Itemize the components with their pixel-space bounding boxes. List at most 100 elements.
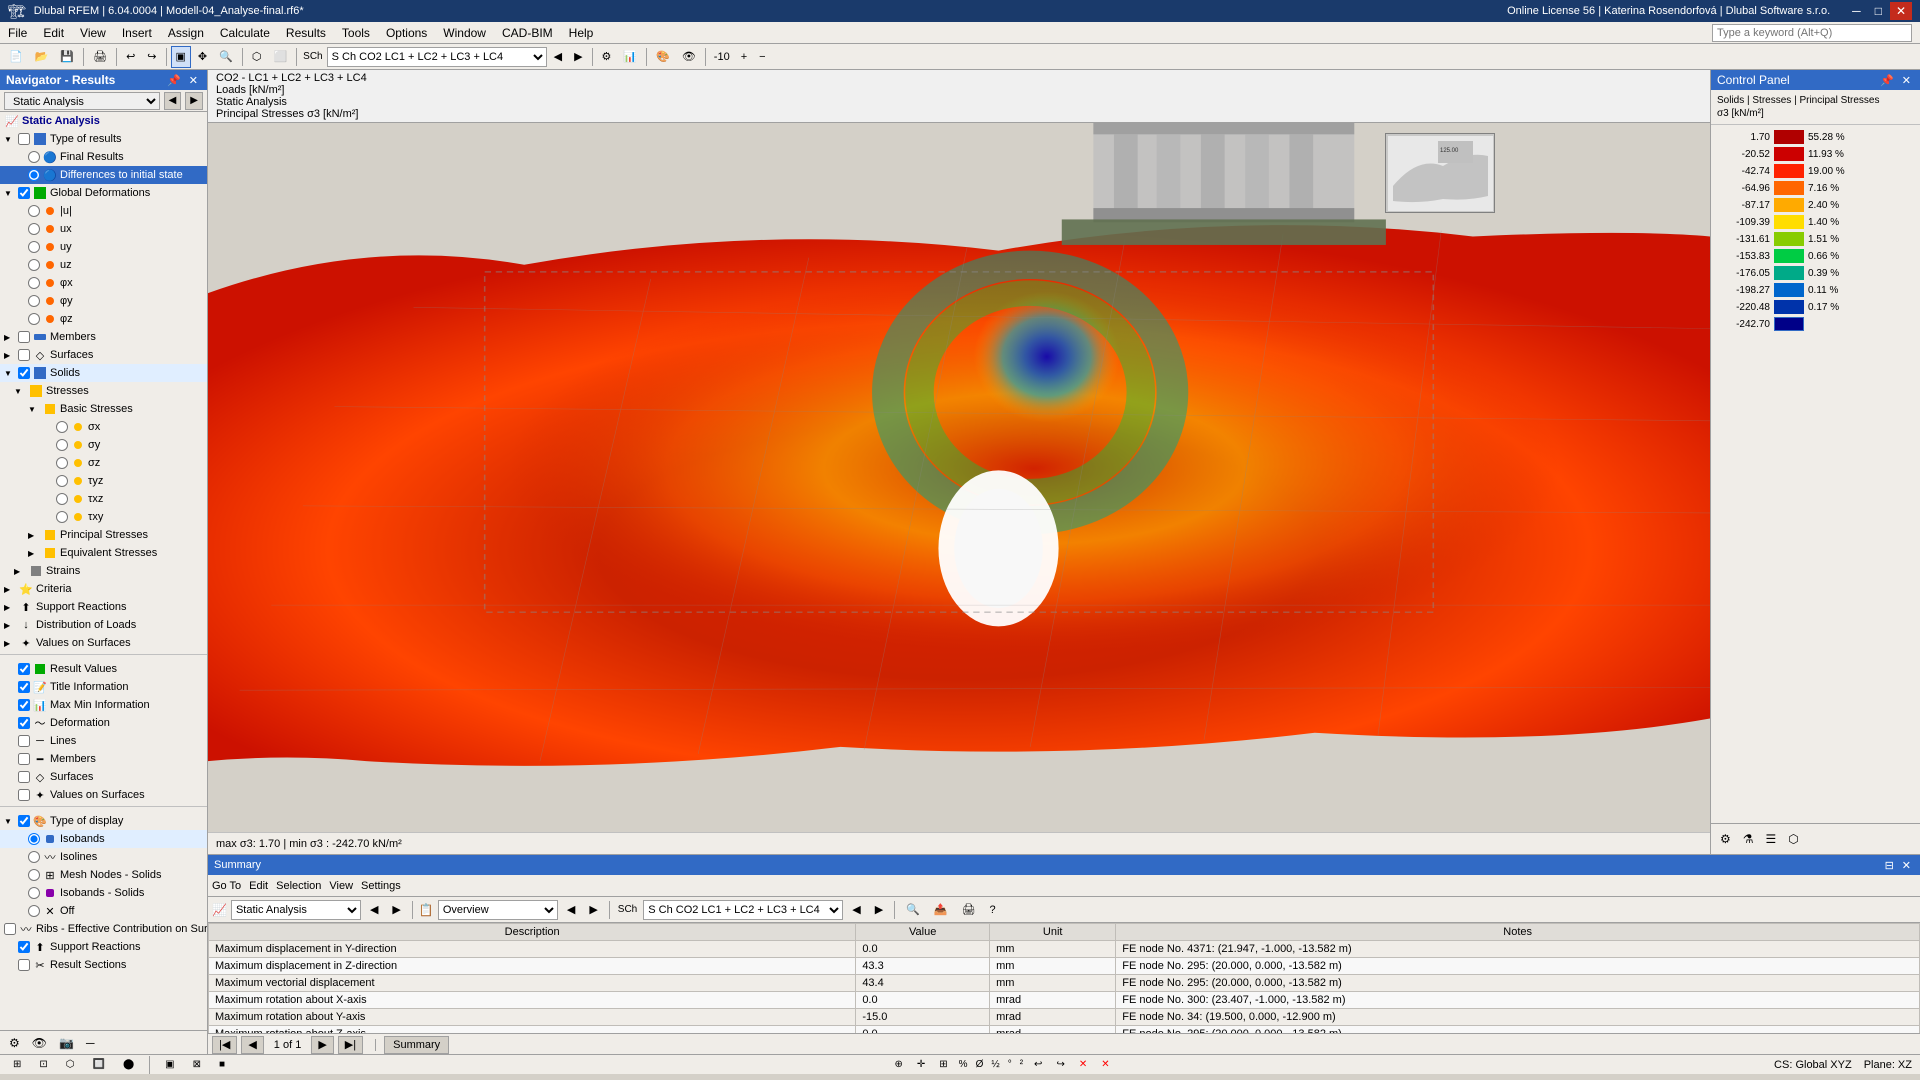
- cp-list-button[interactable]: ☰: [1761, 828, 1782, 850]
- cp-pin-button[interactable]: 📌: [1877, 74, 1897, 87]
- maximize-button[interactable]: □: [1869, 2, 1888, 20]
- minimize-button[interactable]: ─: [1846, 2, 1867, 20]
- table-row[interactable]: Maximum vectorial displacement43.4mmFE n…: [209, 975, 1920, 992]
- search-input[interactable]: [1712, 24, 1912, 42]
- page-last-button[interactable]: ▶|: [338, 1036, 363, 1054]
- table-row[interactable]: Maximum rotation about Y-axis-15.0mradFE…: [209, 1009, 1920, 1026]
- radio-phix[interactable]: [28, 277, 40, 289]
- radio-sigy[interactable]: [56, 439, 68, 451]
- tree-deformation[interactable]: 〜 Deformation: [0, 714, 207, 732]
- menu-view[interactable]: View: [72, 22, 114, 43]
- tree-tauyz[interactable]: τyz: [0, 472, 207, 490]
- check-surfaces[interactable]: [18, 349, 30, 361]
- radio-u[interactable]: [28, 205, 40, 217]
- check-type-results[interactable]: [18, 133, 30, 145]
- summary-selection[interactable]: Selection: [276, 880, 321, 892]
- tree-tauxz[interactable]: τxz: [0, 490, 207, 508]
- menu-tools[interactable]: Tools: [334, 22, 378, 43]
- expand-type-results[interactable]: ▼: [4, 135, 18, 144]
- tree-uz[interactable]: uz: [0, 256, 207, 274]
- radio-sigx[interactable]: [56, 421, 68, 433]
- menu-help[interactable]: Help: [561, 22, 602, 43]
- check-lines[interactable]: [18, 735, 30, 747]
- tree-sigz[interactable]: σz: [0, 454, 207, 472]
- tree-strains[interactable]: ▶ Strains: [0, 562, 207, 580]
- check-solids[interactable]: [18, 367, 30, 379]
- table-row[interactable]: Maximum rotation about X-axis0.0mradFE n…: [209, 992, 1920, 1009]
- radio-final-results[interactable]: [28, 151, 40, 163]
- page-next-button[interactable]: ▶: [311, 1036, 333, 1054]
- check-deformation[interactable]: [18, 717, 30, 729]
- summary-analysis-select[interactable]: Static Analysis: [231, 900, 361, 920]
- nav-next-button[interactable]: ▶: [185, 92, 203, 110]
- tree-vals-surf2[interactable]: ✦ Values on Surfaces: [0, 786, 207, 804]
- viewport-canvas[interactable]: 125.00: [208, 123, 1710, 832]
- summary-help-button[interactable]: ?: [985, 899, 1001, 921]
- tree-off[interactable]: ✕ Off: [0, 902, 207, 920]
- status-snap-btn[interactable]: ✛: [912, 1054, 930, 1076]
- tree-result-values[interactable]: Result Values: [0, 660, 207, 678]
- undo-button[interactable]: ↩: [121, 46, 140, 68]
- status-confirm-btn[interactable]: ✕: [1096, 1054, 1114, 1076]
- tree-title-info[interactable]: 📝 Title Information: [0, 678, 207, 696]
- summary-goto[interactable]: Go To: [212, 880, 241, 892]
- expand-type-display[interactable]: ▼: [4, 817, 18, 826]
- tree-phiy[interactable]: φy: [0, 292, 207, 310]
- tree-diff-initial[interactable]: 🔵 Differences to initial state: [0, 166, 207, 184]
- cp-settings-button[interactable]: ⚙: [1715, 828, 1736, 850]
- summary-edit[interactable]: Edit: [249, 880, 268, 892]
- tree-ux[interactable]: ux: [0, 220, 207, 238]
- radio-sigz[interactable]: [56, 457, 68, 469]
- tree-surfaces[interactable]: ▶ ◇ Surfaces: [0, 346, 207, 364]
- render-button[interactable]: 🎨: [651, 46, 675, 68]
- tree-sigy[interactable]: σy: [0, 436, 207, 454]
- check-global-def[interactable]: [18, 187, 30, 199]
- expand-members[interactable]: ▶: [4, 333, 18, 342]
- radio-phiy[interactable]: [28, 295, 40, 307]
- tree-criteria[interactable]: ▶ ⭐ Criteria: [0, 580, 207, 598]
- tree-equiv-stresses[interactable]: ▶ Equivalent Stresses: [0, 544, 207, 562]
- select-button[interactable]: ▣: [171, 46, 191, 68]
- tree-result-sections[interactable]: ✂ Result Sections: [0, 956, 207, 974]
- tree-u[interactable]: |u|: [0, 202, 207, 220]
- check-title-info[interactable]: [18, 681, 30, 693]
- close-button[interactable]: ✕: [1890, 2, 1912, 20]
- expand-strains[interactable]: ▶: [14, 567, 28, 576]
- view3d-button[interactable]: ⬡: [247, 46, 267, 68]
- radio-mesh-nodes[interactable]: [28, 869, 40, 881]
- tree-sigx[interactable]: σx: [0, 418, 207, 436]
- redo-button[interactable]: ↪: [142, 46, 161, 68]
- radio-uz[interactable]: [28, 259, 40, 271]
- tree-ribs[interactable]: 〰 Ribs - Effective Contribution on Surfa…: [0, 920, 207, 938]
- tree-stresses[interactable]: ▼ Stresses: [0, 382, 207, 400]
- summary-export-button[interactable]: 📤: [929, 899, 953, 921]
- tree-values-surfaces[interactable]: ▶ ✦ Values on Surfaces: [0, 634, 207, 652]
- check-maxmin-info[interactable]: [18, 699, 30, 711]
- radio-ux[interactable]: [28, 223, 40, 235]
- menu-window[interactable]: Window: [435, 22, 494, 43]
- expand-stresses[interactable]: ▼: [14, 387, 28, 396]
- summary-ov-next-button[interactable]: ▶: [584, 899, 602, 921]
- status-btn1[interactable]: ⊞: [8, 1054, 26, 1076]
- radio-isobands[interactable]: [28, 833, 40, 845]
- nav-camera-button[interactable]: 📷: [54, 1033, 79, 1053]
- radio-tauyz[interactable]: [56, 475, 68, 487]
- status-btn5[interactable]: ⬤: [118, 1054, 139, 1076]
- summary-next-button[interactable]: ▶: [387, 899, 405, 921]
- summary-search-button[interactable]: 🔍: [901, 899, 925, 921]
- summary-settings[interactable]: Settings: [361, 880, 401, 892]
- tree-global-def[interactable]: ▼ Global Deformations: [0, 184, 207, 202]
- menu-cadbim[interactable]: CAD-BIM: [494, 22, 561, 43]
- check-result-values[interactable]: [18, 663, 30, 675]
- expand-equiv[interactable]: ▶: [28, 549, 42, 558]
- summary-lc-prev-button[interactable]: ◀: [847, 899, 865, 921]
- tree-distrib-loads[interactable]: ▶ ↓ Distribution of Loads: [0, 616, 207, 634]
- expand-distrib[interactable]: ▶: [4, 621, 18, 630]
- radio-tauxz[interactable]: [56, 493, 68, 505]
- nav-pin-button[interactable]: 📌: [164, 74, 184, 87]
- status-solid-btn[interactable]: ■: [214, 1054, 230, 1076]
- tree-mesh-nodes-solids[interactable]: ⊞ Mesh Nodes - Solids: [0, 866, 207, 884]
- status-axis-btn[interactable]: ⊕: [890, 1054, 908, 1076]
- expand-solids[interactable]: ▼: [4, 369, 18, 378]
- radio-uy[interactable]: [28, 241, 40, 253]
